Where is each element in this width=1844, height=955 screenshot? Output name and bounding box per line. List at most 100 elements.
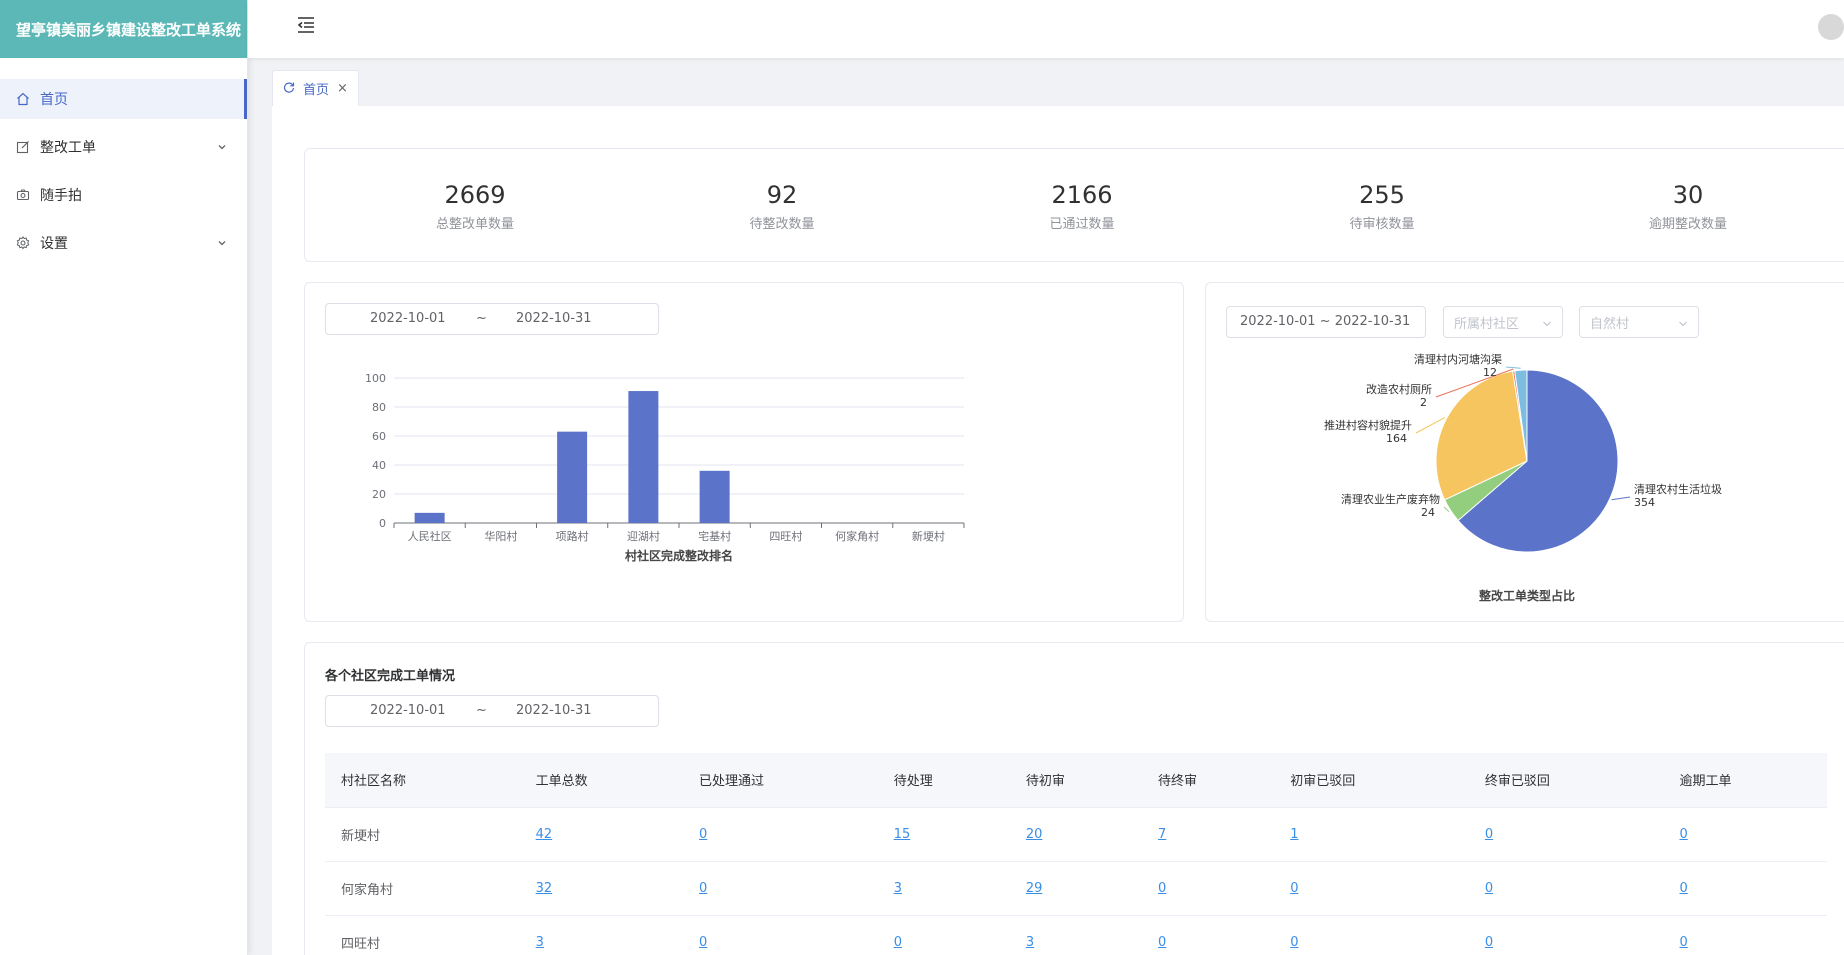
date-separator: ~ — [476, 311, 487, 326]
pie-slice-value: 2 — [1420, 396, 1427, 409]
pie-slice-value: 24 — [1421, 506, 1435, 519]
column-header: 待处理 — [877, 753, 1010, 808]
count-link[interactable]: 0 — [699, 881, 707, 896]
y-tick-label: 80 — [372, 401, 386, 414]
count-link[interactable]: 0 — [1679, 935, 1687, 950]
camera-icon — [16, 188, 30, 202]
column-header: 终审已驳回 — [1468, 753, 1664, 808]
count-link[interactable]: 29 — [1026, 881, 1043, 896]
stat-label: 待整改数量 — [749, 217, 815, 232]
count-link[interactable]: 0 — [1485, 935, 1493, 950]
column-header: 待初审 — [1009, 753, 1143, 808]
date-end: 2022-10-31 — [516, 311, 592, 326]
pie-slice-label: 清理农业生产废弃物 — [1341, 492, 1440, 506]
chart-title: 村社区完成整改排名 — [625, 548, 733, 563]
column-header: 工单总数 — [519, 753, 684, 808]
column-header: 待终审 — [1142, 753, 1275, 808]
count-link[interactable]: 0 — [1158, 935, 1166, 950]
table-header-row: 村社区名称 工单总数 已处理通过 待处理 待初审 待终审 初审已驳回 终审已驳回… — [325, 753, 1827, 808]
x-tick-label: 人民社区 — [408, 529, 452, 543]
x-tick-label: 项路村 — [556, 529, 589, 543]
date-end: 2022-10-31 — [516, 703, 592, 718]
sidebar-menu: 首页 整改工单 随手拍 设置 — [0, 79, 247, 263]
count-link[interactable]: 0 — [1679, 881, 1687, 896]
count-link[interactable]: 3 — [536, 935, 544, 950]
x-tick-label: 华阳村 — [484, 529, 517, 543]
chevron-down-icon — [1678, 318, 1688, 333]
chevron-down-icon — [217, 140, 227, 156]
community-select[interactable]: 所属村社区 — [1443, 306, 1563, 338]
select-placeholder: 自然村 — [1590, 316, 1630, 332]
pie-label-line — [1611, 496, 1631, 501]
count-link[interactable]: 1 — [1290, 827, 1298, 842]
community-table: 村社区名称 工单总数 已处理通过 待处理 待初审 待终审 初审已驳回 终审已驳回… — [325, 753, 1827, 955]
column-header: 已处理通过 — [683, 753, 878, 808]
stat-overdue: 30 逾期整改数量 — [1588, 181, 1788, 232]
x-tick-label: 四旺村 — [769, 529, 802, 543]
y-tick-label: 40 — [372, 459, 386, 472]
stat-label: 待审核数量 — [1349, 217, 1415, 232]
pie-chart: 清理农村生活垃圾354 清理农业生产废弃物24 推进村容村貌提升164 改造农村厕所2… — [1324, 352, 1722, 603]
stat-passed: 2166 已通过数量 — [982, 181, 1182, 232]
pie-slice-label: 清理村内河塘沟渠 — [1414, 352, 1502, 366]
sidebar-item-label: 整改工单 — [40, 140, 96, 156]
menu-fold-icon[interactable] — [296, 16, 316, 38]
edit-icon — [16, 140, 30, 154]
count-link[interactable]: 0 — [1679, 827, 1687, 842]
table-date-range-picker[interactable]: 2022-10-01 ~ 2022-10-31 — [325, 695, 659, 727]
count-link[interactable]: 0 — [1158, 881, 1166, 896]
count-link[interactable]: 0 — [1290, 881, 1298, 896]
count-link[interactable]: 3 — [894, 881, 902, 896]
pie-date-range-picker[interactable]: 2022-10-01 ~ 2022-10-31 — [1226, 306, 1426, 338]
sidebar-item-work-orders[interactable]: 整改工单 — [0, 127, 247, 167]
stat-value: 92 — [766, 181, 798, 209]
count-link[interactable]: 0 — [699, 827, 707, 842]
tab-home[interactable]: 首页 × — [272, 70, 359, 106]
date-range-text: 2022-10-01 ~ 2022-10-31 — [1240, 314, 1411, 329]
refresh-icon[interactable] — [283, 81, 295, 97]
count-link[interactable]: 3 — [1026, 935, 1034, 950]
bar — [628, 391, 659, 523]
count-link[interactable]: 0 — [1485, 827, 1493, 842]
pie-slice-value: 12 — [1483, 366, 1497, 379]
sidebar-item-settings[interactable]: 设置 — [0, 223, 247, 263]
sidebar-item-snapshot[interactable]: 随手拍 — [0, 175, 247, 215]
stats-card: 2669 总整改单数量 92 待整改数量 2166 已通过数量 255 待审核数… — [304, 148, 1844, 262]
sidebar-item-label: 随手拍 — [40, 188, 82, 204]
select-placeholder: 所属村社区 — [1454, 316, 1520, 332]
count-link[interactable]: 7 — [1158, 827, 1166, 842]
bar-chart-card: 2022-10-01 ~ 2022-10-31 0 20 40 60 80 100 人民社区… — [304, 282, 1184, 622]
stat-pending-review: 255 待审核数量 — [1282, 181, 1482, 232]
tab-label: 首页 — [303, 83, 330, 98]
count-link[interactable]: 0 — [699, 935, 707, 950]
date-start: 2022-10-01 — [370, 311, 446, 326]
count-link[interactable]: 20 — [1026, 827, 1043, 842]
avatar[interactable] — [1818, 14, 1844, 40]
bar-date-range-picker[interactable]: 2022-10-01 ~ 2022-10-31 — [325, 303, 659, 335]
column-header: 初审已驳回 — [1274, 753, 1469, 808]
app-title: 望亭镇美丽乡镇建设整改工单系统 — [0, 0, 247, 58]
count-link[interactable]: 42 — [536, 827, 553, 842]
sidebar-item-home[interactable]: 首页 — [0, 79, 247, 119]
bar — [557, 431, 588, 523]
date-separator: ~ — [476, 703, 487, 718]
close-icon[interactable]: × — [337, 81, 348, 96]
pie-slice-value: 354 — [1634, 496, 1655, 509]
table-row: 何家角村 32 0 3 29 0 0 0 0 — [325, 861, 1827, 916]
y-tick-label: 0 — [379, 517, 386, 530]
count-link[interactable]: 0 — [1290, 935, 1298, 950]
pie-slice-label: 改造农村厕所 — [1366, 382, 1432, 396]
stat-label: 逾期整改数量 — [1648, 217, 1727, 232]
community-name: 新埂村 — [325, 807, 520, 862]
stat-value: 30 — [1672, 181, 1704, 209]
sidebar: 望亭镇美丽乡镇建设整改工单系统 首页 整改工单 随手拍 设置 — [0, 0, 248, 955]
count-link[interactable]: 0 — [894, 935, 902, 950]
count-link[interactable]: 15 — [894, 827, 911, 842]
count-link[interactable]: 0 — [1485, 881, 1493, 896]
top-header — [248, 0, 1844, 58]
village-select[interactable]: 自然村 — [1579, 306, 1699, 338]
stat-label: 已通过数量 — [1049, 217, 1115, 232]
count-link[interactable]: 32 — [536, 881, 553, 896]
pie-chart-card: 2022-10-01 ~ 2022-10-31 所属村社区 自然村 清理农村生活… — [1205, 282, 1844, 622]
chart-title: 整改工单类型占比 — [1478, 588, 1575, 603]
